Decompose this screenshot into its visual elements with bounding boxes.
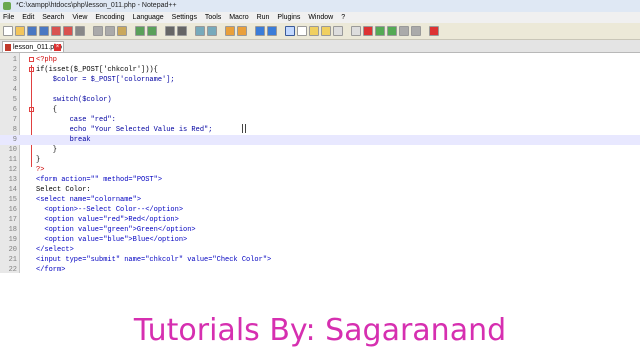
code-line[interactable]: 14 Select Color: xyxy=(0,185,640,195)
menu-window[interactable]: Window xyxy=(305,12,336,23)
zoom-in-icon[interactable] xyxy=(195,26,205,36)
menu-run[interactable]: Run xyxy=(254,12,273,23)
code-line[interactable]: 3 $color = $_POST['colorname']; xyxy=(0,75,640,85)
find-icon[interactable] xyxy=(165,26,175,36)
show-all-chars-icon[interactable] xyxy=(267,26,277,36)
tab-bar: lesson_011.php × xyxy=(0,40,640,53)
menu-macro[interactable]: Macro xyxy=(226,12,251,23)
macro-stop-icon[interactable] xyxy=(363,26,373,36)
code-line[interactable]: 16 <option>--Select Color--</option> xyxy=(0,205,640,215)
close-all-icon[interactable] xyxy=(63,26,73,36)
code-line[interactable]: 7 case "red": xyxy=(0,115,640,125)
menu-file[interactable]: File xyxy=(0,12,17,23)
macro-record-icon[interactable] xyxy=(351,26,361,36)
watermark: Tutorials By: Sagaranand xyxy=(133,313,507,348)
sync-v-icon[interactable] xyxy=(225,26,235,36)
code-line[interactable]: 4 xyxy=(0,85,640,95)
code-line[interactable]: 11} xyxy=(0,155,640,165)
code-line[interactable]: 1 <?php xyxy=(0,55,640,65)
toolbar xyxy=(0,23,640,40)
menu-settings[interactable]: Settings xyxy=(169,12,200,23)
code-line[interactable]: 18 <option value="green">Green</option> xyxy=(0,225,640,235)
fold-toggle-icon[interactable] xyxy=(29,67,34,72)
macro-save-icon[interactable] xyxy=(399,26,409,36)
macro-play-icon[interactable] xyxy=(375,26,385,36)
code-line[interactable]: 21 <input type="submit" name="chkcolr" va… xyxy=(0,255,640,265)
menu-plugins[interactable]: Plugins xyxy=(274,12,303,23)
code-line[interactable]: 22 </form> xyxy=(0,265,640,275)
monitoring-icon[interactable] xyxy=(333,26,343,36)
tab-lesson-011[interactable]: lesson_011.php × xyxy=(2,41,64,52)
folder-workspace-icon[interactable] xyxy=(321,26,331,36)
fold-toggle-icon[interactable] xyxy=(29,57,34,62)
print-icon[interactable] xyxy=(75,26,85,36)
notepadpp-app-icon xyxy=(3,2,11,10)
code-line[interactable]: 13 <form action="" method="POST"> xyxy=(0,175,640,185)
title-bar: *C:\xampp\htdocs\php\lesson_011.php - No… xyxy=(0,0,640,12)
code-line[interactable]: 12 ?> xyxy=(0,165,640,175)
zoom-out-icon[interactable] xyxy=(207,26,217,36)
close-file-icon[interactable] xyxy=(51,26,61,36)
code-line[interactable]: 17 <option value="red">Red</option> xyxy=(0,215,640,225)
menu-language[interactable]: Language xyxy=(130,12,167,23)
code-line[interactable]: 8 echo "Your Selected Value is Red"; xyxy=(0,125,640,135)
macro-run-multiple-icon[interactable] xyxy=(387,26,397,36)
tool-icon[interactable] xyxy=(411,26,421,36)
save-icon[interactable] xyxy=(27,26,37,36)
paste-icon[interactable] xyxy=(117,26,127,36)
menu-encoding[interactable]: Encoding xyxy=(92,12,127,23)
code-line[interactable]: 5 switch($color) xyxy=(0,95,640,105)
code-line[interactable]: 20 </select> xyxy=(0,245,640,255)
replace-icon[interactable] xyxy=(177,26,187,36)
save-all-icon[interactable] xyxy=(39,26,49,36)
mouse-ibeam-cursor-icon xyxy=(242,124,246,133)
code-line[interactable]: 15 <select name="colorname"> xyxy=(0,195,640,205)
fold-toggle-icon[interactable] xyxy=(29,107,34,112)
undo-icon[interactable] xyxy=(135,26,145,36)
code-line[interactable]: 19 <option value="blue">Blue</option> xyxy=(0,235,640,245)
function-list-icon[interactable] xyxy=(309,26,319,36)
menu-bar: File Edit Search View Encoding Language … xyxy=(0,12,640,23)
menu-search[interactable]: Search xyxy=(39,12,67,23)
redo-icon[interactable] xyxy=(147,26,157,36)
window-title: *C:\xampp\htdocs\php\lesson_011.php - No… xyxy=(15,2,177,9)
copy-icon[interactable] xyxy=(105,26,115,36)
code-line[interactable]: 2 if(isset($_POST['chkcolr'])){ xyxy=(0,65,640,75)
menu-tools[interactable]: Tools xyxy=(202,12,224,23)
code-line-current[interactable]: 9 break xyxy=(0,135,640,145)
close-icon[interactable]: × xyxy=(54,44,61,51)
unsaved-file-icon xyxy=(5,44,11,51)
code-line[interactable]: 10 } xyxy=(0,145,640,155)
menu-edit[interactable]: Edit xyxy=(19,12,37,23)
word-wrap-icon[interactable] xyxy=(255,26,265,36)
cut-icon[interactable] xyxy=(93,26,103,36)
menu-help[interactable]: ? xyxy=(338,12,348,23)
spell-check-icon[interactable] xyxy=(429,26,439,36)
sync-h-icon[interactable] xyxy=(237,26,247,36)
menu-view[interactable]: View xyxy=(69,12,90,23)
new-file-icon[interactable] xyxy=(3,26,13,36)
code-line[interactable]: 6 { xyxy=(0,105,640,115)
open-file-icon[interactable] xyxy=(15,26,25,36)
indent-guide-icon[interactable] xyxy=(285,26,295,36)
doc-map-icon[interactable] xyxy=(297,26,307,36)
